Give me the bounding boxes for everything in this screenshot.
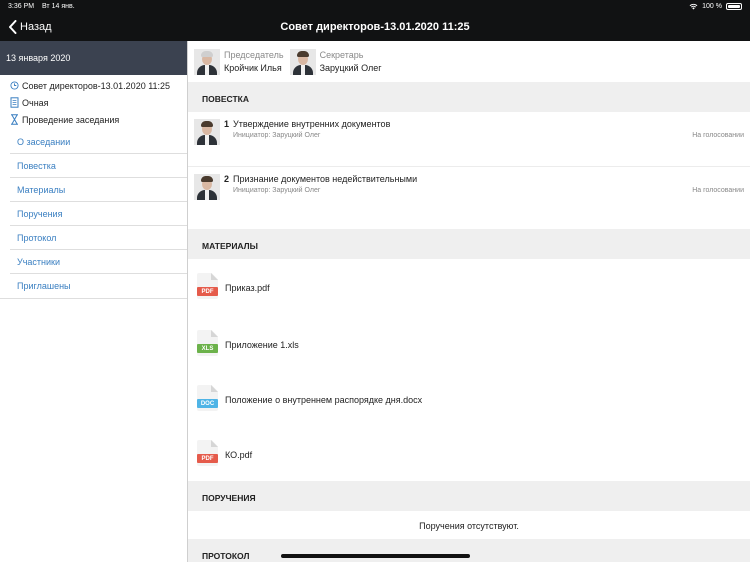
chairman[interactable]: Председатель Кройчик Илья [194, 48, 284, 75]
home-indicator[interactable] [281, 554, 470, 558]
protocol-header: ПРОТОКОЛ [188, 539, 750, 562]
material-name: КО.pdf [225, 450, 253, 460]
page-title: Совет директоров-13.01.2020 11:25 [280, 21, 470, 33]
file-type-tag: PDF [197, 287, 218, 296]
meeting-format-row: Очная [0, 94, 187, 111]
material-name: Приложение 1.xls [225, 340, 299, 350]
material-name: Положение о внутреннем распорядке дня.do… [225, 395, 423, 405]
secretary[interactable]: Секретарь Заруцкий Олег [289, 48, 382, 75]
hourglass-icon [11, 114, 18, 125]
agenda-number: 1 [224, 119, 230, 129]
doc-file-icon: DOC [197, 385, 218, 411]
meeting-meta: Совет директоров-13.01.2020 11:25 Очная … [0, 75, 187, 128]
status-indicators: 100 % [689, 3, 742, 10]
xls-file-icon: XLS [197, 330, 218, 356]
sidebar-divider [0, 298, 187, 299]
person-role: Секретарь [319, 50, 364, 60]
agenda-title: 2 Признание документов недействительными [224, 174, 417, 184]
sidebar: 13 января 2020 Совет директоров-13.01.20… [0, 41, 188, 562]
status-time: 3:36 PM [8, 3, 35, 10]
main-content: Председатель Кройчик Илья Секретарь Зару… [188, 41, 750, 562]
agenda-initiator: Инициатор: Заруцкий Олег [233, 187, 321, 194]
agenda-title-text: Признание документов недействительными [233, 174, 418, 184]
avatar [194, 174, 220, 200]
meeting-format: Очная [22, 97, 49, 108]
avatar [194, 48, 220, 75]
meeting-stage: Проведение заседания [22, 114, 120, 125]
person-role: Председатель [224, 50, 284, 60]
agenda-status: На голосовании [692, 187, 744, 194]
document-icon [10, 97, 19, 108]
meeting-stage-row: Проведение заседания [0, 111, 187, 128]
tasks-empty-text: Поручения отсутствуют. [419, 521, 519, 531]
wifi-icon [689, 3, 698, 10]
sidebar-item-agenda[interactable]: Повестка [10, 154, 187, 178]
sidebar-item-about[interactable]: О заседании [10, 130, 187, 154]
sidebar-item-materials[interactable]: Материалы [10, 178, 187, 202]
sidebar-item-participants[interactable]: Участники [10, 250, 187, 274]
pdf-file-icon: PDF [197, 273, 218, 299]
file-type-tag: PDF [197, 454, 218, 463]
agenda-number: 2 [224, 174, 230, 184]
meeting-name-row: Совет директоров-13.01.2020 11:25 [0, 77, 187, 94]
person-name: Кройчик Илья [224, 63, 282, 73]
sidebar-menu: О заседании Повестка Материалы Поручения… [0, 130, 187, 298]
agenda-initiator: Инициатор: Заруцкий Олег [233, 132, 321, 139]
people-row: Председатель Кройчик Илья Секретарь Зару… [188, 41, 750, 82]
top-bar: 3:36 PM Вт 14 янв. 100 % Назад Совет дир… [0, 0, 750, 41]
sidebar-item-protocol[interactable]: Протокол [10, 226, 187, 250]
material-item[interactable]: DOC Положение о внутреннем распорядке дн… [188, 371, 750, 426]
material-name: Приказ.pdf [225, 283, 270, 293]
avatar [289, 48, 316, 75]
file-type-tag: DOC [197, 399, 218, 408]
status-date: Вт 14 янв. [42, 3, 75, 10]
material-item[interactable]: XLS Приложение 1.xls [188, 316, 750, 371]
pdf-file-icon: PDF [197, 440, 218, 466]
agenda-header: ПОВЕСТКА [188, 82, 750, 112]
sidebar-item-tasks[interactable]: Поручения [10, 202, 187, 226]
sidebar-date: 13 января 2020 [0, 41, 187, 75]
avatar [194, 119, 220, 145]
agenda-status: На голосовании [692, 132, 744, 139]
agenda-title-text: Утверждение внутренних документов [233, 119, 391, 129]
agenda-item[interactable]: 2 Признание документов недействительными … [188, 167, 750, 222]
material-item[interactable]: PDF Приказ.pdf [188, 259, 750, 316]
battery-percent: 100 % [702, 3, 722, 10]
sidebar-item-invited[interactable]: Приглашены [10, 274, 187, 298]
person-name: Заруцкий Олег [319, 63, 382, 73]
clock-icon [10, 81, 19, 90]
materials-header: МАТЕРИАЛЫ [188, 229, 750, 259]
material-item[interactable]: PDF КО.pdf [188, 426, 750, 481]
agenda-title: 1 Утверждение внутренних документов [224, 119, 390, 129]
meeting-name: Совет директоров-13.01.2020 11:25 [22, 80, 171, 91]
agenda-item[interactable]: 1 Утверждение внутренних документов Иници… [188, 112, 750, 167]
battery-icon [726, 3, 742, 10]
file-type-tag: XLS [197, 344, 218, 353]
tasks-header: ПОРУЧЕНИЯ [188, 481, 750, 511]
